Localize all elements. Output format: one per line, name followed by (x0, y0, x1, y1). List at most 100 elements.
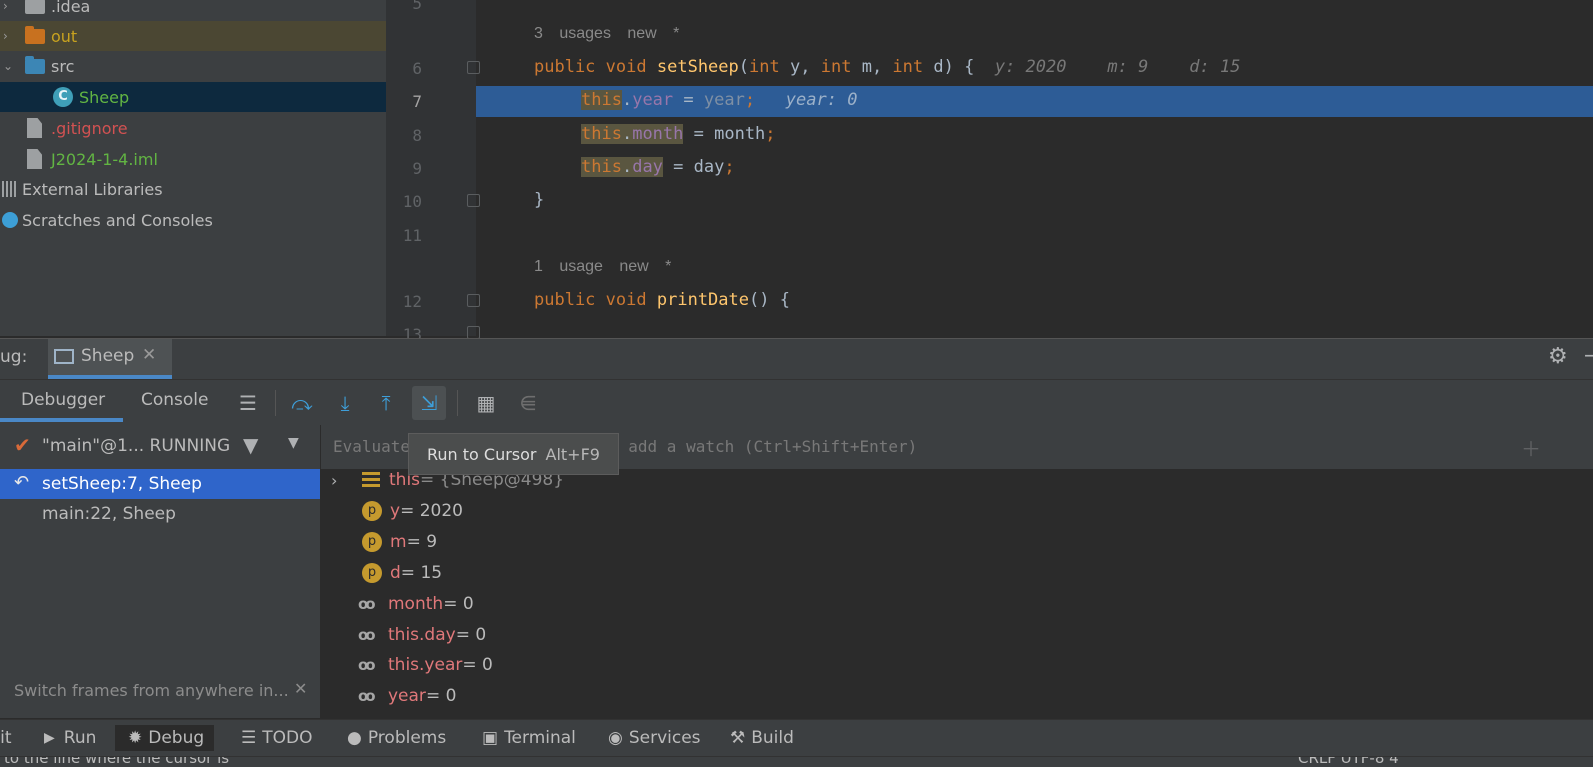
session-tab-label: Sheep (81, 346, 135, 366)
module-file-icon (27, 149, 42, 169)
chevron-right-icon[interactable]: › (331, 471, 337, 490)
layout-menu-icon[interactable]: ☰ (236, 391, 260, 415)
identifier: day (693, 157, 725, 177)
thread-label: "main"@1... RUNNING (42, 436, 231, 456)
chevron-down-icon[interactable]: ▼ (288, 435, 299, 451)
debug-title: ug: (0, 347, 28, 367)
eval-placeholder: r add a watch (Ctrl+Shift+Enter) (609, 437, 918, 456)
encoding-info[interactable]: CRLF UTF-8 4 (1298, 757, 1399, 767)
parameter-icon: p (362, 563, 382, 583)
add-watch-icon[interactable]: ＋ (1521, 433, 1541, 462)
line-number: 10 (402, 192, 422, 211)
thread-selector[interactable]: ✔ "main"@1... RUNNING ▼ ▼ (0, 425, 320, 469)
frame-row[interactable]: main:22, Sheep (0, 499, 320, 529)
step-over-icon[interactable]: ⤼ (290, 391, 314, 415)
tool-debug[interactable]: ✹ Debug (115, 725, 215, 751)
debug-window-header: ug: Sheep ✕ ⚙ − (0, 338, 1593, 379)
tool-services[interactable]: ◉ Services (608, 725, 701, 751)
tool-label: Git (0, 728, 12, 748)
parameter: d (933, 57, 944, 77)
close-icon[interactable]: ✕ (142, 345, 156, 365)
tool-problems[interactable]: ● Problems (347, 725, 446, 751)
variable-row[interactable]: oo this.day = 0 (358, 620, 486, 650)
code-line-8: this.month = month; (581, 124, 776, 144)
tree-item-idea[interactable]: › .idea (0, 0, 386, 21)
tree-item-label: src (51, 56, 75, 76)
variable-name: month (388, 594, 444, 614)
fold-marker-icon[interactable] (467, 294, 480, 307)
frame-row[interactable]: ↶ setSheep:7, Sheep (0, 469, 320, 499)
library-icon (2, 181, 18, 197)
usages-hint[interactable]: 1 usage new * (534, 258, 671, 276)
inline-debug-values: y: 2020 m: 9 d: 15 (994, 57, 1241, 77)
line-number: 7 (412, 92, 422, 111)
variable-row[interactable]: oo this.year = 0 (358, 650, 493, 680)
toolbar-separator (457, 390, 458, 416)
tab-console[interactable]: Console (127, 380, 227, 425)
variable-value: = 0 (425, 686, 457, 706)
tool-window-bar (0, 719, 1593, 756)
parameter-icon: p (362, 532, 382, 552)
variable-name: this.year (388, 655, 463, 675)
tree-item-iml[interactable]: J2024-1-4.iml (0, 144, 386, 174)
minimize-icon[interactable]: − (1583, 343, 1593, 367)
variable-row[interactable]: p y = 2020 (362, 496, 463, 526)
tree-item-scratches[interactable]: Scratches and Consoles (0, 205, 386, 235)
line-number: 9 (412, 159, 422, 178)
variable-row[interactable]: p m = 9 (362, 527, 437, 557)
project-tree-panel: › .idea › out ⌄ src C Sheep .gitignore J… (0, 0, 386, 336)
tool-terminal[interactable]: ▣ Terminal (482, 725, 576, 751)
evaluate-expression-icon[interactable]: ▦ (474, 391, 498, 415)
tree-item-label: out (51, 26, 78, 46)
tool-todo[interactable]: ☰ TODO (241, 725, 313, 751)
step-out-icon[interactable]: ⤒ (374, 391, 398, 415)
step-into-icon[interactable]: ⤓ (333, 391, 357, 415)
tree-item-src[interactable]: ⌄ src (0, 51, 386, 81)
line-number: 5 (412, 0, 422, 13)
tab-label: Debugger (21, 390, 106, 410)
fold-marker-icon[interactable] (467, 194, 480, 207)
identifier: month (714, 124, 766, 144)
tree-item-gitignore[interactable]: .gitignore (0, 113, 386, 143)
tool-run[interactable]: ▶ Run (44, 725, 96, 751)
debug-session-tab[interactable]: Sheep ✕ (48, 339, 172, 376)
filter-icon[interactable]: ▼ (243, 433, 258, 457)
identifier: year (703, 90, 745, 110)
app-window-icon (54, 349, 74, 364)
variable-name: year (388, 686, 426, 706)
code-punct: ) { (943, 57, 975, 77)
frame-label: setSheep:7, Sheep (42, 474, 202, 494)
keyword: void (605, 290, 647, 310)
run-to-cursor-icon[interactable]: ⇲ (412, 386, 446, 420)
line-number: 6 (412, 59, 422, 78)
fold-marker-icon[interactable] (467, 61, 480, 74)
return-icon: ↶ (14, 472, 30, 493)
keyword: void (605, 57, 647, 77)
keyword: this (581, 90, 622, 110)
tree-item-out[interactable]: › out (0, 21, 386, 51)
chevron-down-icon[interactable]: ⌄ (3, 59, 13, 73)
variable-row[interactable]: oo year = 0 (358, 681, 456, 711)
variable-name: y (390, 501, 401, 521)
hint-text: Switch frames from anywhere in... (14, 681, 289, 700)
object-icon (362, 472, 380, 488)
tool-git[interactable]: Git (0, 725, 12, 751)
variable-row[interactable]: oo month = 0 (358, 589, 474, 619)
chevron-right-icon[interactable]: › (3, 29, 8, 43)
gear-icon[interactable]: ⚙ (1548, 344, 1568, 369)
status-message: to the line where the cursor is (4, 756, 230, 767)
keyword: public (534, 57, 596, 77)
tool-build[interactable]: ⚒ Build (730, 725, 794, 751)
close-icon[interactable]: ✕ (294, 679, 307, 698)
terminal-icon: ▣ (482, 728, 499, 748)
services-icon: ◉ (608, 728, 623, 748)
tree-item-external-libraries[interactable]: External Libraries (0, 174, 386, 204)
tool-label: Debug (148, 728, 205, 748)
tree-item-sheep[interactable]: C Sheep (0, 82, 386, 112)
usages-hint[interactable]: 3 usages new * (534, 25, 679, 43)
ignore-file-icon (27, 118, 42, 138)
chevron-right-icon[interactable]: › (3, 0, 8, 13)
play-icon: ▶ (44, 730, 55, 746)
keyword: public (534, 290, 596, 310)
variable-row[interactable]: p d = 15 (362, 558, 442, 588)
